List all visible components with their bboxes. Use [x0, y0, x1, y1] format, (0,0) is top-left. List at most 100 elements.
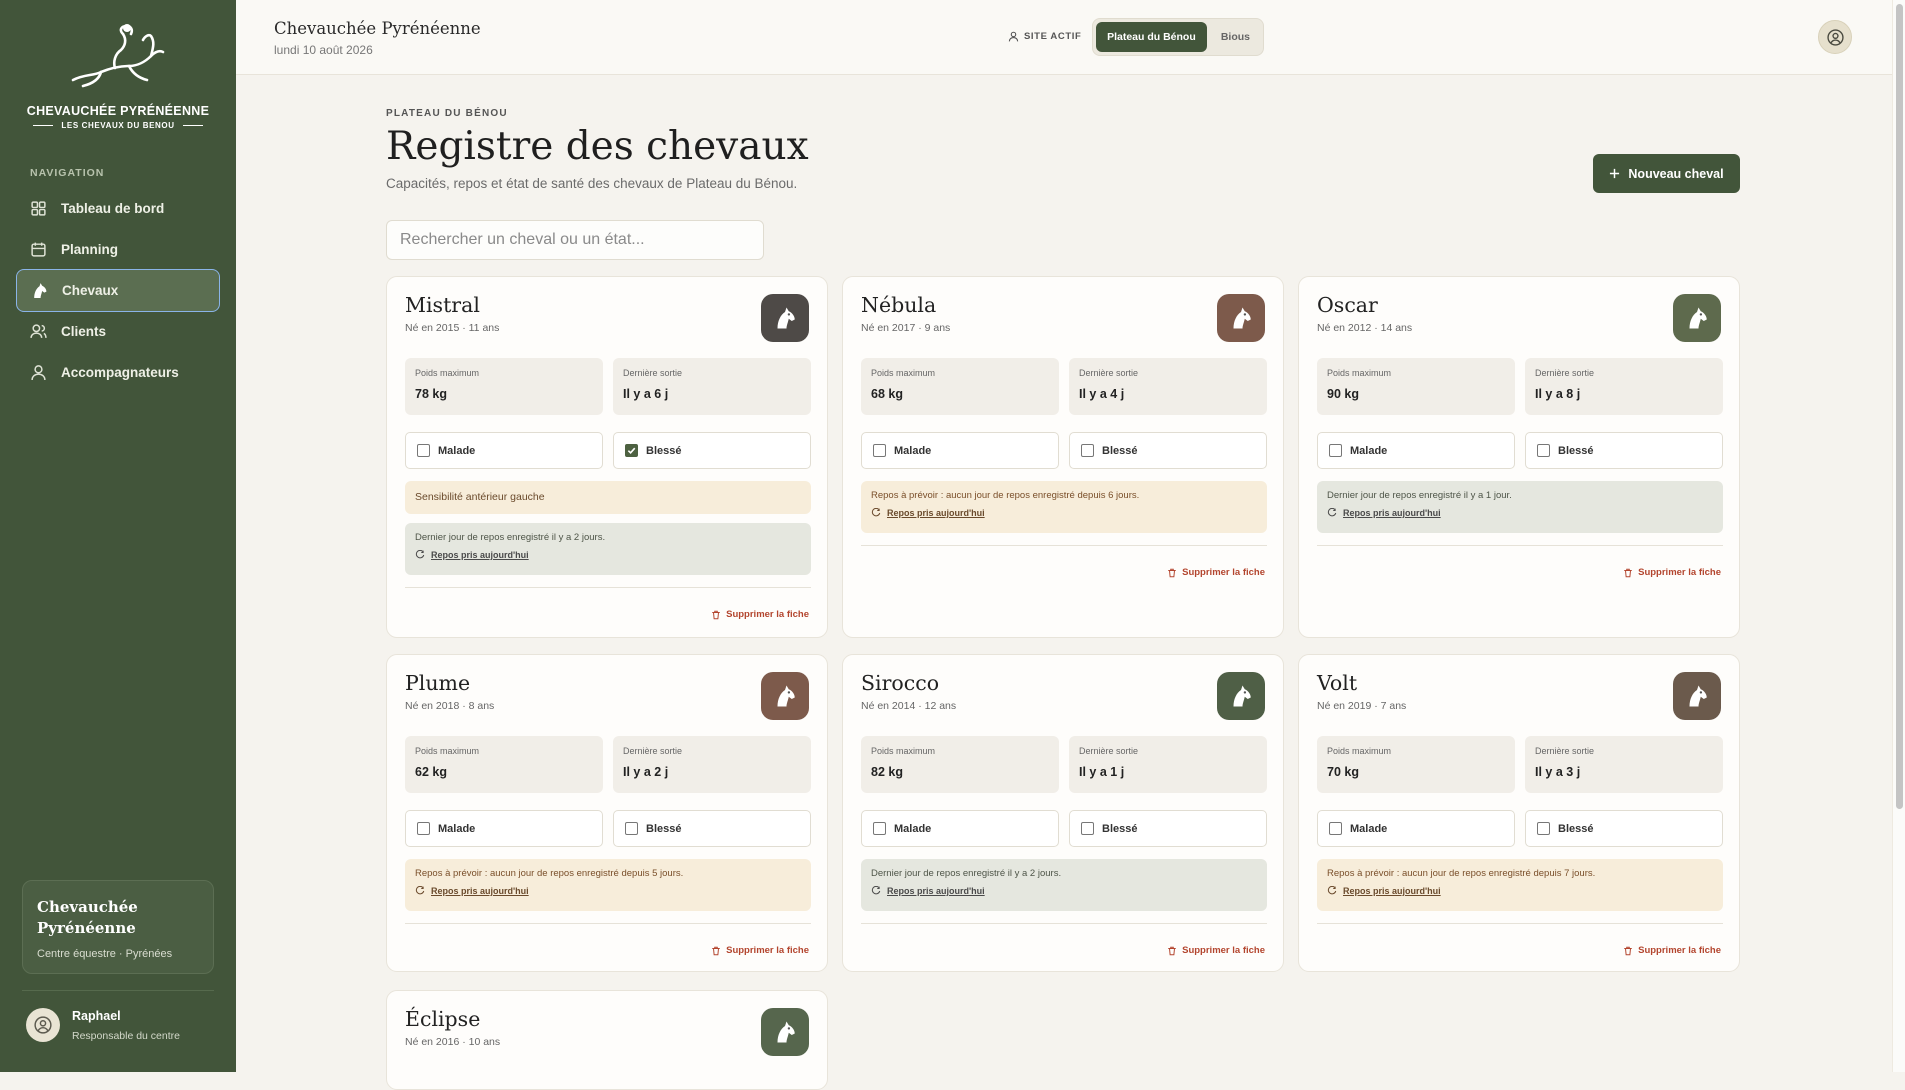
sick-checkbox[interactable]: Malade — [861, 810, 1059, 847]
last-outing-stat: Dernière sortie Il y a 4 j — [1069, 358, 1267, 415]
horse-name: Mistral — [405, 293, 480, 317]
stat-value: 82 kg — [871, 765, 903, 779]
injured-checkbox[interactable]: Blessé — [1525, 810, 1723, 847]
sidebar-item-chevaux[interactable]: Chevaux — [16, 269, 220, 312]
rest-icon — [1327, 886, 1337, 896]
horse-rider-logo-icon — [71, 24, 165, 88]
horse-icon — [34, 283, 47, 298]
site-option-plateau-du-benou[interactable]: Plateau du Bénou — [1096, 22, 1207, 52]
rest-today-link[interactable]: Repos pris aujourd'hui — [1327, 886, 1713, 896]
horse-icon — [1673, 672, 1721, 720]
checkbox-box[interactable] — [1329, 444, 1342, 457]
horse-birth: Né en 2016 · 10 ans — [405, 1036, 501, 1048]
last-outing-stat: Dernière sortie Il y a 6 j — [613, 358, 811, 415]
stat-value: 70 kg — [1327, 765, 1359, 779]
account-avatar-button[interactable] — [1818, 20, 1852, 54]
stat-label: Poids maximum — [1327, 746, 1392, 756]
sick-checkbox[interactable]: Malade — [1317, 810, 1515, 847]
stat-value: Il y a 4 j — [1079, 387, 1125, 401]
sick-checkbox[interactable]: Malade — [861, 432, 1059, 469]
delete-record-button[interactable]: Supprimer la fiche — [1623, 567, 1721, 578]
rest-status-text: Dernier jour de repos enregistré il y a … — [871, 868, 1062, 879]
checkbox-box[interactable] — [1537, 822, 1550, 835]
horse-icon — [1217, 672, 1265, 720]
rest-icon — [1327, 508, 1337, 518]
rest-status-box: Repos à prévoir : aucun jour de repos en… — [861, 481, 1267, 533]
delete-record-button[interactable]: Supprimer la fiche — [711, 945, 809, 956]
delete-record-button[interactable]: Supprimer la fiche — [1623, 945, 1721, 956]
delete-record-button[interactable]: Supprimer la fiche — [711, 609, 809, 620]
stat-label: Dernière sortie — [1535, 746, 1595, 756]
checkbox-box[interactable] — [873, 822, 886, 835]
sidebar-item-clients[interactable]: Clients — [16, 310, 220, 353]
site-option-bious[interactable]: Bious — [1211, 22, 1260, 52]
sidebar-nav: Tableau de bord Planning Chevaux Clients… — [16, 187, 220, 392]
checkbox-label: Blessé — [646, 444, 682, 457]
horse-icon — [761, 294, 809, 342]
checkbox-box[interactable] — [1329, 822, 1342, 835]
stat-value: 78 kg — [415, 387, 447, 401]
card-divider — [861, 545, 1267, 546]
card-divider — [1317, 923, 1723, 924]
checkbox-box[interactable] — [873, 444, 886, 457]
scrollbar-thumb[interactable] — [1896, 4, 1903, 809]
user-circle-icon — [1826, 28, 1844, 46]
last-outing-stat: Dernière sortie Il y a 3 j — [1525, 736, 1723, 793]
delete-record-button[interactable]: Supprimer la fiche — [1167, 945, 1265, 956]
app-title: Chevauchée Pyrénéenne — [274, 19, 481, 38]
horse-card: Sirocco Né en 2014 · 12 ans Poids maximum 8… — [842, 654, 1284, 972]
stat-value: Il y a 3 j — [1535, 765, 1581, 779]
horse-icon — [1217, 294, 1265, 342]
injured-checkbox[interactable]: Blessé — [613, 432, 811, 469]
active-site-label: SITE ACTIF — [1008, 31, 1081, 42]
stat-label: Dernière sortie — [1079, 746, 1139, 756]
sick-checkbox[interactable]: Malade — [405, 432, 603, 469]
sick-checkbox[interactable]: Malade — [1317, 432, 1515, 469]
stat-label: Poids maximum — [871, 368, 936, 378]
horse-birth: Né en 2017 · 9 ans — [861, 322, 951, 334]
injured-checkbox[interactable]: Blessé — [1069, 810, 1267, 847]
sick-checkbox[interactable]: Malade — [405, 810, 603, 847]
checkbox-box[interactable] — [625, 444, 638, 457]
stat-value: Il y a 2 j — [623, 765, 669, 779]
checkbox-box[interactable] — [1537, 444, 1550, 457]
checkbox-label: Malade — [894, 822, 932, 835]
rest-status-box: Repos à prévoir : aucun jour de repos en… — [1317, 859, 1723, 911]
site-switcher: Plateau du Bénou Bious — [1092, 18, 1264, 56]
horse-card: Mistral Né en 2015 · 11 ans Poids maximum 7… — [386, 276, 828, 638]
calendar-icon — [31, 242, 46, 257]
rest-today-link[interactable]: Repos pris aujourd'hui — [871, 508, 1257, 518]
horse-icon — [761, 1008, 809, 1056]
horse-name: Nébula — [861, 293, 937, 317]
injured-checkbox[interactable]: Blessé — [1069, 432, 1267, 469]
rest-today-link[interactable]: Repos pris aujourd'hui — [415, 886, 801, 896]
new-horse-button[interactable]: Nouveau cheval — [1593, 154, 1740, 193]
rest-icon — [415, 886, 425, 896]
checkbox-box[interactable] — [417, 822, 430, 835]
checkbox-box[interactable] — [1081, 822, 1094, 835]
delete-record-button[interactable]: Supprimer la fiche — [1167, 567, 1265, 578]
rest-icon — [871, 508, 881, 518]
stat-label: Dernière sortie — [1535, 368, 1595, 378]
topbar: Chevauchée Pyrénéenne lundi 10 août 2026… — [236, 0, 1892, 75]
logo[interactable]: CHEVAUCHÉE PYRÉNÉENNE LES CHEVAUX DU BEN… — [0, 22, 236, 130]
injured-checkbox[interactable]: Blessé — [613, 810, 811, 847]
sidebar-item-planning[interactable]: Planning — [16, 228, 220, 271]
rest-today-link[interactable]: Repos pris aujourd'hui — [415, 550, 801, 560]
sidebar-item-label: Clients — [61, 324, 107, 339]
sidebar-item-accompagnateurs[interactable]: Accompagnateurs — [16, 351, 220, 394]
trash-icon — [1167, 946, 1177, 956]
search-input[interactable] — [386, 220, 764, 260]
sidebar-item-label: Planning — [61, 242, 118, 257]
scrollbar[interactable] — [1892, 0, 1905, 1072]
sidebar-item-dashboard[interactable]: Tableau de bord — [16, 187, 220, 230]
checkbox-box[interactable] — [625, 822, 638, 835]
rest-today-link[interactable]: Repos pris aujourd'hui — [1327, 508, 1713, 518]
injured-checkbox[interactable]: Blessé — [1525, 432, 1723, 469]
user-profile[interactable]: Raphael Responsable du centre — [26, 1008, 180, 1042]
checkbox-box[interactable] — [1081, 444, 1094, 457]
page-subtitle: Capacités, repos et état de santé des ch… — [386, 176, 798, 191]
checkbox-box[interactable] — [417, 444, 430, 457]
center-card: Chevauchée Pyrénéenne Centre équestre · … — [22, 880, 214, 974]
rest-today-link[interactable]: Repos pris aujourd'hui — [871, 886, 1257, 896]
